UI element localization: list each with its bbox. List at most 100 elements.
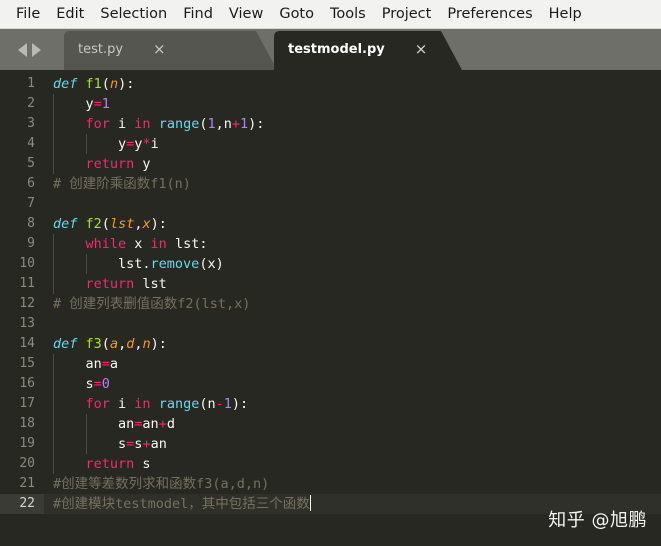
indent-guide	[53, 114, 54, 134]
code-token: i	[109, 396, 135, 412]
code-line[interactable]: 16 s=0	[0, 374, 661, 394]
code-token: s	[53, 376, 94, 392]
code-line[interactable]: 7	[0, 194, 661, 214]
line-number: 10	[19, 256, 35, 271]
code-text: return lst	[44, 274, 661, 294]
code-text: s=0	[44, 374, 661, 394]
code-line[interactable]: 19 s=s+an	[0, 434, 661, 454]
menu-item-help[interactable]: Help	[541, 0, 590, 28]
menu-item-selection[interactable]: Selection	[92, 0, 175, 28]
code-line[interactable]: 17 for i in range(n-1):	[0, 394, 661, 414]
code-token: in	[134, 116, 151, 132]
line-number: 2	[27, 96, 35, 111]
code-token: n	[109, 76, 119, 92]
line-number: 6	[27, 176, 35, 191]
line-number: 13	[19, 316, 35, 331]
code-line[interactable]: 2 y=1	[0, 94, 661, 114]
line-number: 1	[27, 76, 35, 91]
triangle-left-icon[interactable]	[17, 42, 27, 57]
code-line[interactable]: 12 # 创建列表删值函数f2(lst,x)	[0, 294, 661, 314]
code-token: (n	[199, 396, 216, 412]
code-token: # 创建列表删值函数f2(lst,x)	[53, 296, 251, 312]
indent-guide	[53, 414, 54, 434]
code-text: lst.remove(x)	[44, 254, 661, 274]
code-token: ,n	[215, 116, 232, 132]
code-editor[interactable]: 1 def f1(n): 2 y=1 3 for i in range(1,n+1):…	[0, 70, 661, 546]
code-line[interactable]: 11 return lst	[0, 274, 661, 294]
code-line[interactable]: 21 #创建等差数列求和函数f3(a,d,n)	[0, 474, 661, 494]
code-line[interactable]: 9 while x in lst:	[0, 234, 661, 254]
code-text: for i in range(1,n+1):	[44, 114, 661, 134]
menu-item-goto[interactable]: Goto	[271, 0, 322, 28]
code-token: y	[134, 156, 151, 172]
code-token: # 创建阶乘函数f1(n)	[53, 176, 191, 192]
indent-guide	[85, 434, 87, 454]
menu-item-file[interactable]: File	[8, 0, 48, 28]
tab-test-py[interactable]: test.py ×	[58, 29, 278, 70]
code-line[interactable]: 20 return s	[0, 454, 661, 474]
tab-close-icon[interactable]: ×	[153, 42, 166, 57]
code-line[interactable]: 8 def f2(lst,x):	[0, 214, 661, 234]
code-line[interactable]: 13	[0, 314, 661, 334]
code-token: an	[53, 416, 135, 432]
code-line[interactable]: 5 return y	[0, 154, 661, 174]
code-token: x	[142, 216, 151, 232]
indent-guide	[53, 394, 54, 414]
code-line[interactable]: 15 an=a	[0, 354, 661, 374]
code-token: i	[150, 136, 159, 152]
code-token: for	[85, 396, 110, 412]
code-token: #创建模块testmodel，其中包括三个函数	[53, 496, 310, 512]
menu-item-view[interactable]: View	[221, 0, 271, 28]
code-token: ):	[231, 396, 249, 412]
code-line[interactable]: 6 # 创建阶乘函数f1(n)	[0, 174, 661, 194]
code-token: ,	[134, 336, 143, 352]
indent-guide	[53, 254, 54, 274]
menu-item-edit[interactable]: Edit	[48, 0, 92, 28]
code-token: d	[166, 416, 175, 432]
line-number: 7	[27, 196, 35, 211]
code-token: f1	[85, 76, 102, 92]
code-token: lst	[134, 276, 167, 292]
code-line[interactable]: 1 def f1(n):	[0, 74, 661, 94]
indent-guide	[53, 234, 54, 254]
code-token: (	[101, 336, 110, 352]
code-token: def	[53, 216, 78, 232]
menu-item-find[interactable]: Find	[175, 0, 221, 28]
code-text: def f1(n):	[44, 74, 661, 94]
watermark-text: 知乎 @旭鹏	[548, 510, 647, 531]
code-line[interactable]: 3 for i in range(1,n+1):	[0, 114, 661, 134]
line-number: 22	[0, 494, 44, 514]
tab-close-icon[interactable]: ×	[415, 42, 428, 57]
code-text: # 创建阶乘函数f1(n)	[44, 174, 661, 194]
menu-item-project[interactable]: Project	[374, 0, 440, 28]
code-token: ,	[118, 336, 127, 352]
menu-item-preferences[interactable]: Preferences	[439, 0, 540, 28]
indent-guide	[85, 254, 87, 274]
code-line[interactable]: 18 an=an+d	[0, 414, 661, 434]
code-line[interactable]: 14 def f3(a,d,n):	[0, 334, 661, 354]
code-token: s	[53, 436, 127, 452]
tab-bar: test.py × testmodel.py ×	[0, 29, 661, 70]
code-token: y	[53, 136, 127, 152]
triangle-right-icon[interactable]	[31, 42, 41, 57]
code-text: an=a	[44, 354, 661, 374]
code-token: 0	[101, 376, 110, 392]
code-token: -	[215, 396, 224, 412]
code-line[interactable]: 4 y=y*i	[0, 134, 661, 154]
text-cursor	[309, 495, 311, 511]
tab-testmodel-py[interactable]: testmodel.py ×	[268, 29, 463, 70]
code-token: an	[150, 436, 167, 452]
code-token: f3	[85, 336, 102, 352]
code-lines: 1 def f1(n): 2 y=1 3 for i in range(1,n+1):…	[0, 74, 661, 514]
menu-item-tools[interactable]: Tools	[322, 0, 374, 28]
code-line[interactable]: 10 lst.remove(x)	[0, 254, 661, 274]
code-text: #创建等差数列求和函数f3(a,d,n)	[44, 474, 661, 494]
code-text: return s	[44, 454, 661, 474]
code-token: ):	[150, 336, 167, 352]
code-token: +	[142, 436, 151, 452]
code-token: in	[134, 396, 151, 412]
